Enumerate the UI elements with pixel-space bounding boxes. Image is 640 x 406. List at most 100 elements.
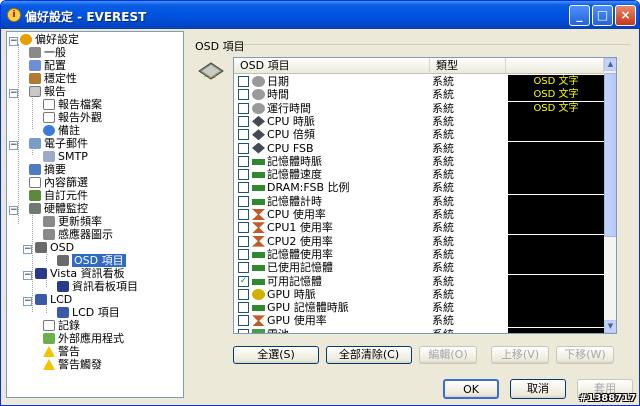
list-row[interactable]: DRAM:FSB 比例 系統 [234,181,604,195]
tree-item-log[interactable]: 記錄 [43,319,80,332]
row-checkbox[interactable] [238,155,249,167]
list-row[interactable]: CPU2 使用率 系統 [234,234,604,248]
close-button[interactable]: × [615,5,636,26]
collapse-icon[interactable]: − [9,141,18,150]
memory-icon [252,278,265,285]
preferences-tree[interactable]: − 偏好設定 一般 配置 穩定性 − 報告 報告檔案 報告外觀 備註 − 電子郵件 S… [6,31,184,398]
list-row[interactable]: CPU1 使用率 系統 [234,221,604,235]
list-row[interactable]: 運行時間 系統 OSD 文字 [234,101,604,115]
report-icon [29,86,41,97]
tree-item-sidebar-items[interactable]: 資訊看板項目 [57,280,138,293]
list-row[interactable]: 日期 系統 OSD 文字 [234,75,604,88]
cancel-button[interactable]: 取消 [510,379,566,399]
row-checkbox[interactable] [238,89,249,101]
select-all-button[interactable]: 全選(S) [233,346,319,364]
tree-item-preferences[interactable]: − 偏好設定 [9,33,79,46]
row-checkbox[interactable] [238,302,249,314]
row-checkbox[interactable] [238,169,249,181]
list-row[interactable]: CPU 使用率 系統 [234,208,604,221]
tree-item-report-look[interactable]: 報告外觀 [43,111,102,124]
row-type: 系統 [432,328,454,333]
list-row[interactable]: 記憶體速度 系統 [234,168,604,182]
collapse-icon[interactable]: − [23,297,32,306]
tree-item-warning-trigger[interactable]: 警告觸發 [43,358,102,371]
column-header-type[interactable]: 類型 [430,58,506,74]
title-bar[interactable]: i 偏好設定 - EVEREST _ □ × [1,1,639,29]
row-checkbox[interactable] [238,315,249,327]
row-checkbox[interactable] [238,115,249,127]
row-checkbox[interactable] [238,182,249,194]
ok-button[interactable]: OK [443,379,499,399]
column-header-osd[interactable] [506,58,604,74]
scroll-thumb[interactable] [604,73,616,237]
list-row[interactable]: 記憶體計時 系統 [234,194,604,208]
tree-item-smtp[interactable]: SMTP [43,150,88,163]
tree-item-warning[interactable]: 警告 [43,345,80,358]
move-down-button[interactable]: 下移(W) [556,346,614,364]
tree-item-sensor-icon[interactable]: 感應器圖示 [43,228,113,241]
list-row[interactable]: CPU 時脈 系統 [234,114,604,128]
list-row[interactable]: CPU 倍頻 系統 [234,128,604,142]
tree-item-external-app[interactable]: 外部應用程式 [43,332,124,345]
clear-all-button[interactable]: 全部清除(C) [326,346,412,364]
collapse-icon[interactable]: − [9,37,18,46]
row-checkbox[interactable] [238,328,249,333]
tree-item-general[interactable]: 一般 [29,46,66,59]
row-checkbox[interactable] [238,262,249,274]
osd-items-list[interactable]: OSD 項目 類型 日期 系統 OSD 文字 時間 系統 OSD 文字 運行時間 系統 OSD … [233,57,617,334]
row-checkbox[interactable] [238,102,249,114]
collapse-icon[interactable]: − [23,271,32,280]
row-checkbox[interactable] [238,222,249,234]
row-checkbox[interactable] [238,195,249,207]
row-osd-preview [508,128,604,142]
list-row[interactable]: 電池 系統 [234,327,604,333]
row-checkbox[interactable] [238,129,249,141]
list-row[interactable]: GPU 使用率 系統 [234,314,604,328]
list-row[interactable]: CPU FSB 系統 [234,141,604,155]
tree-item-custom-component[interactable]: 自訂元件 [29,189,88,202]
row-checkbox[interactable] [238,248,249,260]
list-row[interactable]: 記憶體時脈 系統 [234,154,604,168]
column-header-item[interactable]: OSD 項目 [234,58,430,74]
list-row[interactable]: 時間 系統 OSD 文字 [234,88,604,102]
edit-button[interactable]: 編輯(O) [419,346,477,364]
tree-item-update-freq[interactable]: 更新頻率 [43,215,102,228]
row-osd-preview: OSD 文字 [508,88,604,102]
tree-item-report-file[interactable]: 報告檔案 [43,98,102,111]
list-row[interactable]: GPU 時脈 系統 [234,287,604,301]
list-row[interactable]: GPU 記憶體時脈 系統 [234,301,604,315]
move-up-button[interactable]: 上移(V) [491,346,549,364]
tree-item-osd-items[interactable]: OSD 項目 [57,254,126,267]
tree-item-summary[interactable]: 摘要 [29,163,66,176]
vertical-scrollbar[interactable]: ▲ ▼ [604,58,616,333]
row-checkbox[interactable]: ✓ [238,275,249,287]
list-row[interactable]: 記憶體使用率 系統 [234,247,604,261]
row-checkbox[interactable] [238,235,249,247]
row-checkbox[interactable] [238,209,249,220]
row-checkbox[interactable] [238,76,249,87]
scroll-down-button[interactable]: ▼ [604,320,616,333]
scroll-up-button[interactable]: ▲ [604,58,616,71]
collapse-icon[interactable]: − [9,206,18,215]
tree-item-email[interactable]: − 電子郵件 [9,137,88,150]
tree-item-config[interactable]: 配置 [29,59,66,72]
tree-item-report[interactable]: − 報告 [9,85,66,98]
row-checkbox[interactable] [238,288,249,300]
tree-item-notes[interactable]: 備註 [43,124,80,137]
list-row[interactable]: ✓ 可用記憶體 系統 [234,274,604,288]
list-row[interactable]: 已使用記憶體 系統 [234,261,604,275]
stability-icon [29,73,41,84]
collapse-icon[interactable]: − [9,89,18,98]
tree-item-vista-sidebar[interactable]: − Vista 資訊看板 [23,267,125,280]
tree-item-stability[interactable]: 穩定性 [29,72,77,85]
tree-item-lcd[interactable]: − LCD [23,293,72,306]
maximize-button[interactable]: □ [592,5,613,26]
tree-item-osd[interactable]: − OSD [23,241,74,254]
row-checkbox[interactable] [238,142,249,154]
collapse-icon[interactable]: − [23,245,32,254]
gear-icon [29,47,41,58]
minimize-button[interactable]: _ [569,5,590,26]
tree-item-hardware-monitor[interactable]: − 硬體監控 [9,202,88,215]
tree-item-lcd-items[interactable]: LCD 項目 [57,306,120,319]
tree-item-content-filter[interactable]: 內容篩選 [29,176,88,189]
